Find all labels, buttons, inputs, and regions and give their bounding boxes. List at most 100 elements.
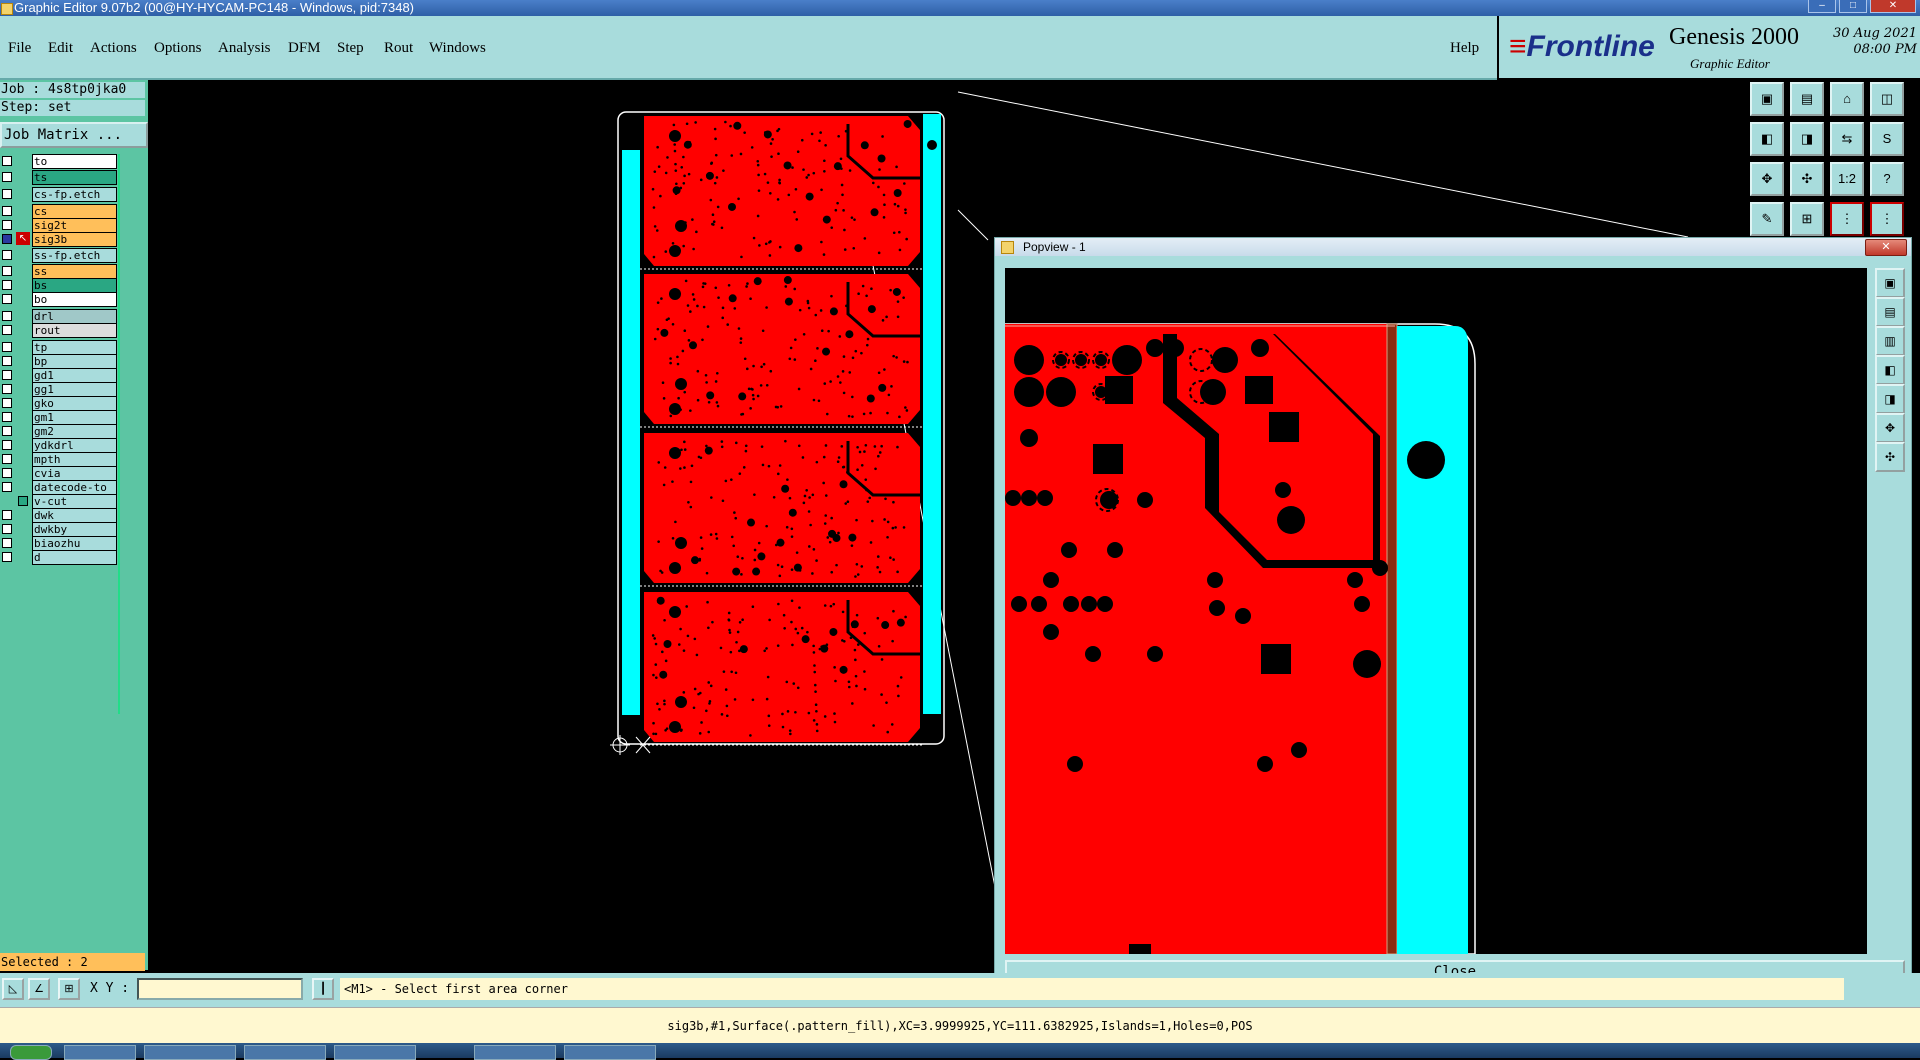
job-matrix-button[interactable]: Job Matrix ...	[0, 122, 148, 148]
menu-dfm[interactable]: DFM	[288, 40, 321, 57]
tool-button-1[interactable]: ▣	[1750, 82, 1784, 116]
layer-row-bp[interactable]: bp	[0, 354, 118, 369]
grid-icon[interactable]: ⊞	[1790, 202, 1824, 236]
layer-checkbox[interactable]	[2, 342, 12, 352]
menu-rout[interactable]: Rout	[384, 40, 413, 57]
layer-checkbox[interactable]	[2, 468, 12, 478]
angle-icon[interactable]: ∠	[28, 978, 50, 1000]
help-button[interactable]: ?	[1870, 162, 1904, 196]
xy-input[interactable]	[137, 978, 303, 1000]
layer-checkbox[interactable]	[2, 356, 12, 366]
tool-button-4[interactable]: ◫	[1870, 82, 1904, 116]
popview-close-icon[interactable]: ✕	[1865, 239, 1907, 256]
layer-checkbox[interactable]	[2, 250, 12, 260]
layer-name[interactable]: ss-fp.etch	[32, 248, 117, 263]
maximize-button[interactable]: □	[1839, 0, 1867, 13]
layer-checkbox[interactable]	[2, 234, 12, 244]
tool-button-13[interactable]: ✎	[1750, 202, 1784, 236]
popview-tool-5[interactable]: ◨	[1875, 384, 1905, 414]
layer-name[interactable]: ts	[32, 170, 117, 185]
layer-name[interactable]: ss	[32, 264, 117, 279]
layer-row-gg1[interactable]: gg1	[0, 382, 118, 397]
layer-row-v-cut[interactable]: v-cut	[0, 494, 118, 509]
layer-row-to[interactable]: to	[0, 154, 118, 169]
layer-name[interactable]: v-cut	[32, 494, 117, 509]
layer-row-ts[interactable]: ts	[0, 170, 118, 185]
layer-row-drl[interactable]: drl	[0, 309, 118, 324]
layer-name[interactable]: sig3b	[32, 232, 117, 247]
layer-name[interactable]: sig2t	[32, 218, 117, 233]
tool-button-8[interactable]: S	[1870, 122, 1904, 156]
fit-icon[interactable]: ✥	[1750, 162, 1784, 196]
layer-row-cvia[interactable]: cvia	[0, 466, 118, 481]
layer-checkbox[interactable]	[2, 426, 12, 436]
layer-name[interactable]: gm1	[32, 410, 117, 425]
layer-row-dwkby[interactable]: dwkby	[0, 522, 118, 537]
layer-row-gm1[interactable]: gm1	[0, 410, 118, 425]
layer-row-sig3b[interactable]: sig3b ↖	[0, 232, 118, 247]
layer-checkbox[interactable]	[2, 440, 12, 450]
menu-file[interactable]: File	[8, 40, 31, 57]
layer-name[interactable]: dwkby	[32, 522, 117, 537]
snap-grid-icon[interactable]: ⊞	[58, 978, 80, 1000]
layer-checkbox[interactable]	[2, 294, 12, 304]
layer-checkbox[interactable]	[2, 552, 12, 562]
layer-checkbox[interactable]	[2, 412, 12, 422]
layer-name[interactable]: d	[32, 550, 117, 565]
menu-step[interactable]: Step	[337, 40, 364, 57]
layer-name[interactable]: ydkdrl	[32, 438, 117, 453]
layer-checkbox[interactable]	[2, 280, 12, 290]
pipe-icon[interactable]: ┃	[312, 978, 334, 1000]
popview-title-bar[interactable]: Popview - 1 ✕	[995, 238, 1911, 256]
snap-icon[interactable]: ⋮	[1830, 202, 1864, 236]
layer-row-datecode-to[interactable]: datecode-to	[0, 480, 118, 495]
layer-name[interactable]: gg1	[32, 382, 117, 397]
layer-name[interactable]: drl	[32, 309, 117, 324]
layer-name[interactable]: dwk	[32, 508, 117, 523]
layer-row-tp[interactable]: tp	[0, 340, 118, 355]
layer-checkbox[interactable]	[2, 156, 12, 166]
layer-checkbox[interactable]	[2, 398, 12, 408]
popview-tool-3[interactable]: ▥	[1875, 326, 1905, 356]
menu-options[interactable]: Options	[154, 40, 202, 57]
layer-row-sig2t[interactable]: sig2t	[0, 218, 118, 233]
menu-windows[interactable]: Windows	[429, 40, 486, 57]
layer-name[interactable]: to	[32, 154, 117, 169]
menu-actions[interactable]: Actions	[90, 40, 137, 57]
layer-checkbox[interactable]	[2, 538, 12, 548]
layer-name[interactable]: cvia	[32, 466, 117, 481]
layer-row-ss[interactable]: ss	[0, 264, 118, 279]
home-icon[interactable]: ⌂	[1830, 82, 1864, 116]
layer-checkbox[interactable]	[2, 206, 12, 216]
layer-name[interactable]: bp	[32, 354, 117, 369]
layer-row-gd1[interactable]: gd1	[0, 368, 118, 383]
zoom-icon[interactable]: ✣	[1790, 162, 1824, 196]
layer-row-mpth[interactable]: mpth	[0, 452, 118, 467]
layer-row-bo[interactable]: bo	[0, 292, 118, 307]
layer-name[interactable]: biaozhu	[32, 536, 117, 551]
layer-row-ydkdrl[interactable]: ydkdrl	[0, 438, 118, 453]
layer-checkbox[interactable]	[2, 325, 12, 335]
layer-row-bs[interactable]: bs	[0, 278, 118, 293]
layer-checkbox[interactable]	[2, 482, 12, 492]
layer-name[interactable]: gd1	[32, 368, 117, 383]
layer-row-d[interactable]: d	[0, 550, 118, 565]
close-window-button[interactable]: ✕	[1870, 0, 1916, 13]
layer-name[interactable]: rout	[32, 323, 117, 338]
popview-fit-icon[interactable]: ✥	[1875, 413, 1905, 443]
snap2-icon[interactable]: ⋮	[1870, 202, 1904, 236]
layer-checkbox[interactable]	[2, 454, 12, 464]
layer-checkbox[interactable]	[2, 266, 12, 276]
layer-checkbox[interactable]	[2, 189, 12, 199]
layer-row-gko[interactable]: gko	[0, 396, 118, 411]
window-title-bar[interactable]: Graphic Editor 9.07b2 (00@HY-HYCAM-PC148…	[0, 0, 1920, 16]
popview-tool-2[interactable]: ▤	[1875, 297, 1905, 327]
layer-name[interactable]: mpth	[32, 452, 117, 467]
layer-name[interactable]: cs	[32, 204, 117, 219]
tool-button-2[interactable]: ▤	[1790, 82, 1824, 116]
minimize-button[interactable]: –	[1808, 0, 1836, 13]
measure-icon[interactable]: ◺	[2, 978, 24, 1000]
layer-checkbox[interactable]	[2, 172, 12, 182]
popview-canvas[interactable]	[1005, 268, 1867, 954]
layer-name[interactable]: gm2	[32, 424, 117, 439]
